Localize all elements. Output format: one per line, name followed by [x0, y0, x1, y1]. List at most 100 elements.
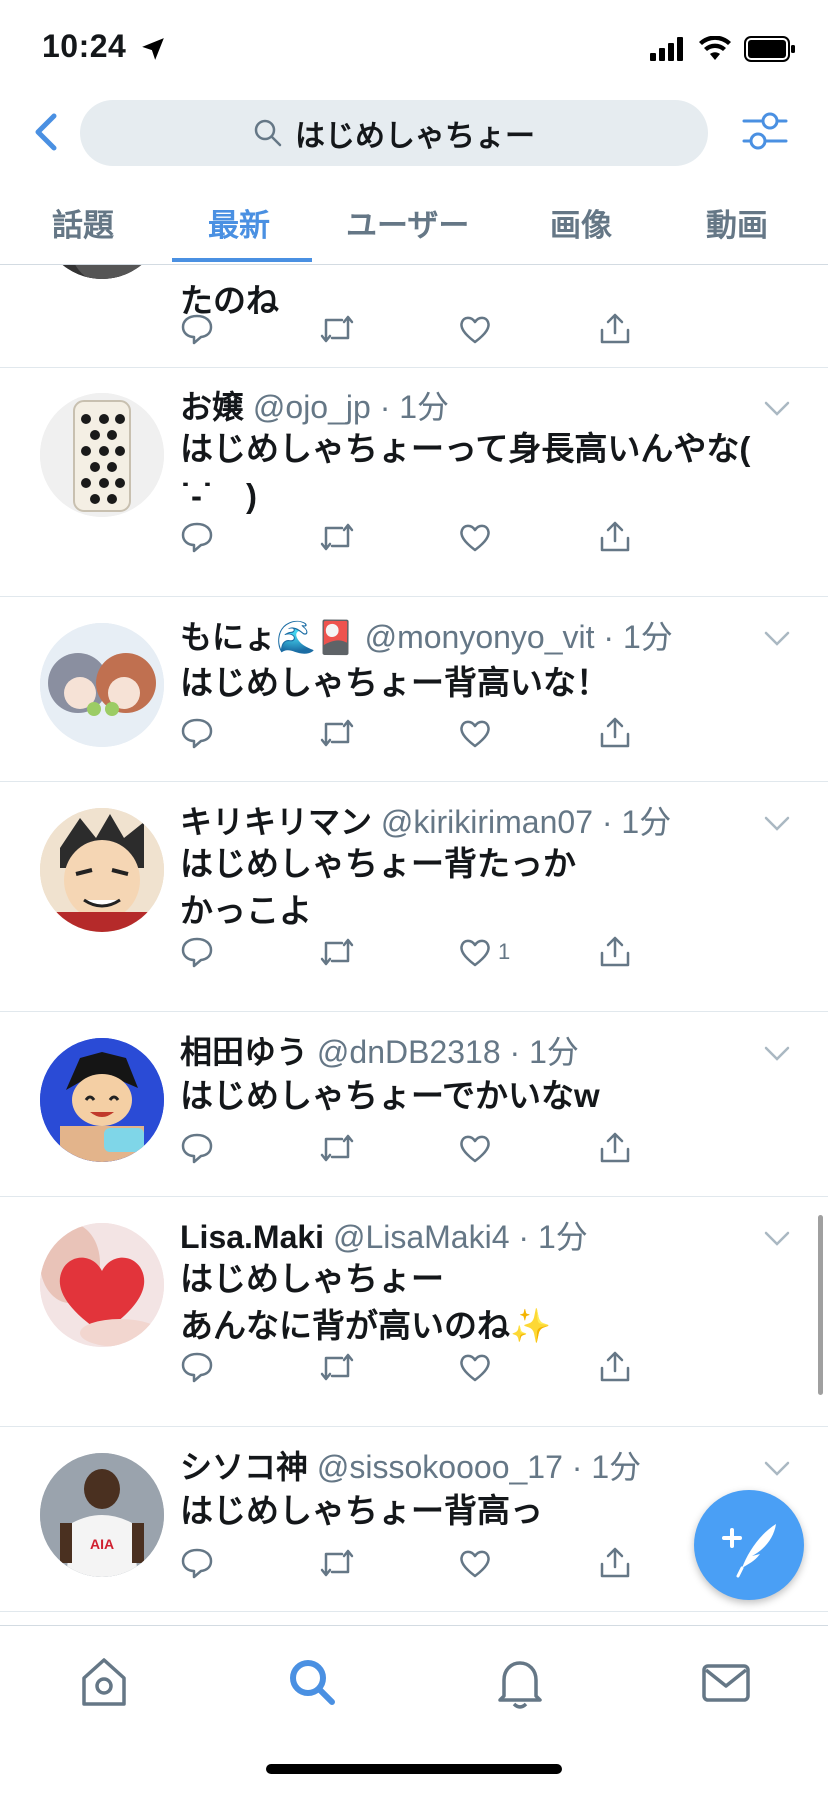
- reply-icon[interactable]: [180, 517, 214, 557]
- home-indicator[interactable]: [266, 1764, 562, 1774]
- chevron-down-icon[interactable]: [764, 1231, 790, 1247]
- tweet-separator: ·: [592, 804, 622, 840]
- tweet-author-name[interactable]: Lisa.Maki: [180, 1219, 324, 1255]
- back-arrow-icon[interactable]: [28, 110, 68, 154]
- tweet-header: Lisa.Maki @LisaMaki4 · 1分: [180, 1217, 588, 1257]
- tab-users[interactable]: ユーザー: [346, 200, 469, 245]
- share-icon[interactable]: [598, 1128, 632, 1168]
- tweet-time: 1分: [399, 389, 450, 425]
- tweet-handle[interactable]: @ojo_jp: [253, 389, 371, 425]
- tweet-handle[interactable]: @sissokoooo_17: [317, 1449, 563, 1485]
- tweet-actions: [180, 713, 700, 753]
- reply-icon[interactable]: [180, 1543, 214, 1583]
- tweet-row[interactable]: キリキリマン @kirikiriman07 · 1分 はじめしゃちょー背たっか …: [0, 782, 828, 1012]
- search-input[interactable]: はじめしゃちょー: [80, 100, 708, 166]
- share-icon[interactable]: [598, 932, 632, 972]
- avatar[interactable]: [40, 1223, 164, 1347]
- tweet-actions: [180, 517, 700, 557]
- active-tab-indicator: [172, 258, 312, 262]
- tweet-handle[interactable]: @monyonyo_vit: [365, 619, 595, 655]
- tab-videos[interactable]: 動画: [706, 200, 768, 245]
- tweet-handle[interactable]: @kirikiriman07: [381, 804, 593, 840]
- share-icon[interactable]: [598, 1543, 632, 1583]
- tweet-header: シソコ神 @sissokoooo_17 · 1分: [180, 1447, 641, 1487]
- tab-images[interactable]: 画像: [550, 200, 612, 245]
- bell-icon[interactable]: [490, 1652, 550, 1712]
- avatar[interactable]: [40, 265, 164, 279]
- avatar[interactable]: [40, 393, 164, 517]
- avatar[interactable]: AIA: [40, 1453, 164, 1577]
- heart-icon[interactable]: [458, 713, 492, 753]
- tweet-separator: ·: [500, 1034, 530, 1070]
- scrollbar[interactable]: [818, 1215, 823, 1395]
- retweet-icon[interactable]: [318, 1347, 356, 1387]
- signal-icon: [650, 37, 683, 61]
- chevron-down-icon[interactable]: [764, 631, 790, 647]
- tweet-text: はじめしゃちょーって身長高いんやな( ˙-˙ ): [180, 430, 751, 514]
- reply-icon[interactable]: [180, 1128, 214, 1168]
- status-indicators: [650, 36, 796, 62]
- tweet-row[interactable]: Lisa.Maki @LisaMaki4 · 1分 はじめしゃちょー あんなに背…: [0, 1197, 828, 1427]
- compose-tweet-button[interactable]: [694, 1490, 804, 1600]
- retweet-icon[interactable]: [318, 309, 356, 349]
- tweet-time: 1分: [537, 1219, 588, 1255]
- tweet-text: はじめしゃちょー背たっか かっこよ: [180, 845, 576, 929]
- tweet-separator: ·: [562, 1449, 592, 1485]
- location-arrow-icon: [142, 38, 164, 60]
- heart-icon[interactable]: [458, 1128, 492, 1168]
- retweet-icon[interactable]: [318, 932, 356, 972]
- tweet-separator: ·: [509, 1219, 538, 1255]
- retweet-icon[interactable]: [318, 1128, 356, 1168]
- tweet-handle[interactable]: @LisaMaki4: [333, 1219, 510, 1255]
- tweet-author-name[interactable]: シソコ神: [180, 1449, 308, 1485]
- battery-icon: [744, 36, 795, 62]
- share-icon[interactable]: [598, 713, 632, 753]
- avatar[interactable]: [40, 623, 164, 747]
- like-button[interactable]: 1: [458, 932, 510, 972]
- retweet-icon[interactable]: [318, 517, 356, 557]
- tweet-row[interactable]: もにょ🌊🎴 @monyonyo_vit · 1分 はじめしゃちょー背高いな！: [0, 597, 828, 782]
- tab-trending[interactable]: 話題: [52, 200, 114, 245]
- filter-icon[interactable]: [742, 108, 788, 154]
- tweet-text: はじめしゃちょー背高いな！: [180, 664, 609, 701]
- tweet-time: 1分: [622, 619, 673, 655]
- chevron-down-icon[interactable]: [764, 816, 790, 832]
- share-icon[interactable]: [598, 517, 632, 557]
- reply-icon[interactable]: [180, 932, 214, 972]
- home-icon[interactable]: [74, 1652, 134, 1712]
- chevron-down-icon[interactable]: [764, 1046, 790, 1062]
- mail-icon[interactable]: [696, 1652, 756, 1712]
- share-icon[interactable]: [598, 1347, 632, 1387]
- tweet-handle[interactable]: @dnDB2318: [317, 1034, 501, 1070]
- tweet-author-name[interactable]: キリキリマン: [180, 804, 372, 840]
- reply-icon[interactable]: [180, 713, 214, 753]
- status-time: 10:24: [42, 28, 127, 64]
- tweet-author-name[interactable]: 相田ゆう: [180, 1034, 308, 1070]
- bottom-tab-bar: [0, 1625, 828, 1793]
- avatar[interactable]: [40, 808, 164, 932]
- heart-icon[interactable]: [458, 1347, 492, 1387]
- share-icon[interactable]: [598, 309, 632, 349]
- retweet-icon[interactable]: [318, 1543, 356, 1583]
- tweet-actions: [180, 1347, 700, 1387]
- tweet-feed[interactable]: たのね お嬢 @ojo_jp · 1分 はじめしゃちょーって身長高いんやな(˙…: [0, 265, 828, 1625]
- tweet-header: もにょ🌊🎴 @monyonyo_vit · 1分: [180, 617, 673, 657]
- chevron-down-icon[interactable]: [764, 401, 790, 417]
- tweet-author-name[interactable]: もにょ🌊🎴: [180, 619, 356, 655]
- heart-icon[interactable]: [458, 1543, 492, 1583]
- retweet-icon[interactable]: [318, 713, 356, 753]
- heart-icon[interactable]: [458, 517, 492, 557]
- heart-icon: [460, 939, 490, 967]
- tweet-row[interactable]: お嬢 @ojo_jp · 1分 はじめしゃちょーって身長高いんやな( ˙-˙ ): [0, 367, 828, 597]
- reply-icon[interactable]: [180, 309, 214, 349]
- search-tab-icon[interactable]: [282, 1652, 342, 1712]
- reply-icon[interactable]: [180, 1347, 214, 1387]
- tweet-row[interactable]: 相田ゆう @dnDB2318 · 1分 はじめしゃちょーでかいなw: [0, 1012, 828, 1197]
- tab-latest[interactable]: 最新: [208, 200, 270, 245]
- search-header: はじめしゃちょー: [0, 96, 828, 170]
- tweet-author-name[interactable]: お嬢: [180, 389, 244, 425]
- chevron-down-icon[interactable]: [764, 1461, 790, 1477]
- heart-icon[interactable]: [458, 309, 492, 349]
- avatar[interactable]: [40, 1038, 164, 1162]
- tweet-header: お嬢 @ojo_jp · 1分: [180, 387, 449, 427]
